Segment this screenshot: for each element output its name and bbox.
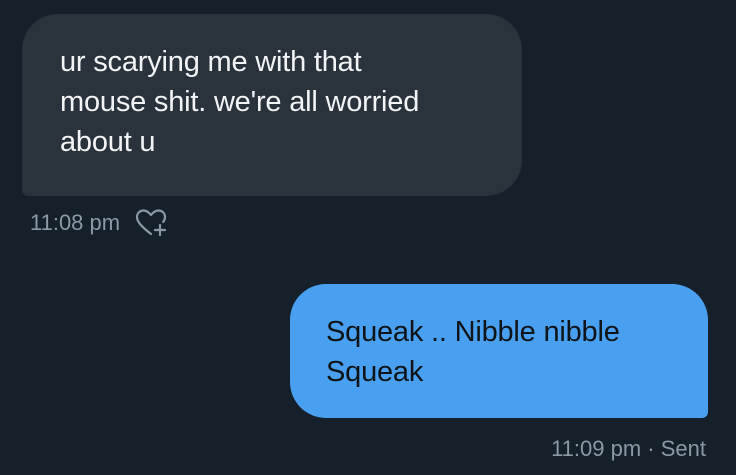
sent-message-bubble[interactable]: Squeak .. Nibble nibble Squeak [290, 284, 708, 418]
sent-message-time: 11:09 pm [551, 436, 642, 461]
received-message-bubble[interactable]: ur scarying me with that mouse shit. we'… [22, 14, 522, 196]
sent-message-meta: 11:09 pm · Sent [551, 436, 706, 462]
received-message-meta: 11:08 pm [30, 208, 170, 238]
received-message-time: 11:08 pm [30, 210, 121, 235]
heart-plus-icon[interactable] [134, 208, 170, 238]
meta-separator: · [641, 436, 661, 461]
sent-status: Sent [660, 436, 706, 461]
